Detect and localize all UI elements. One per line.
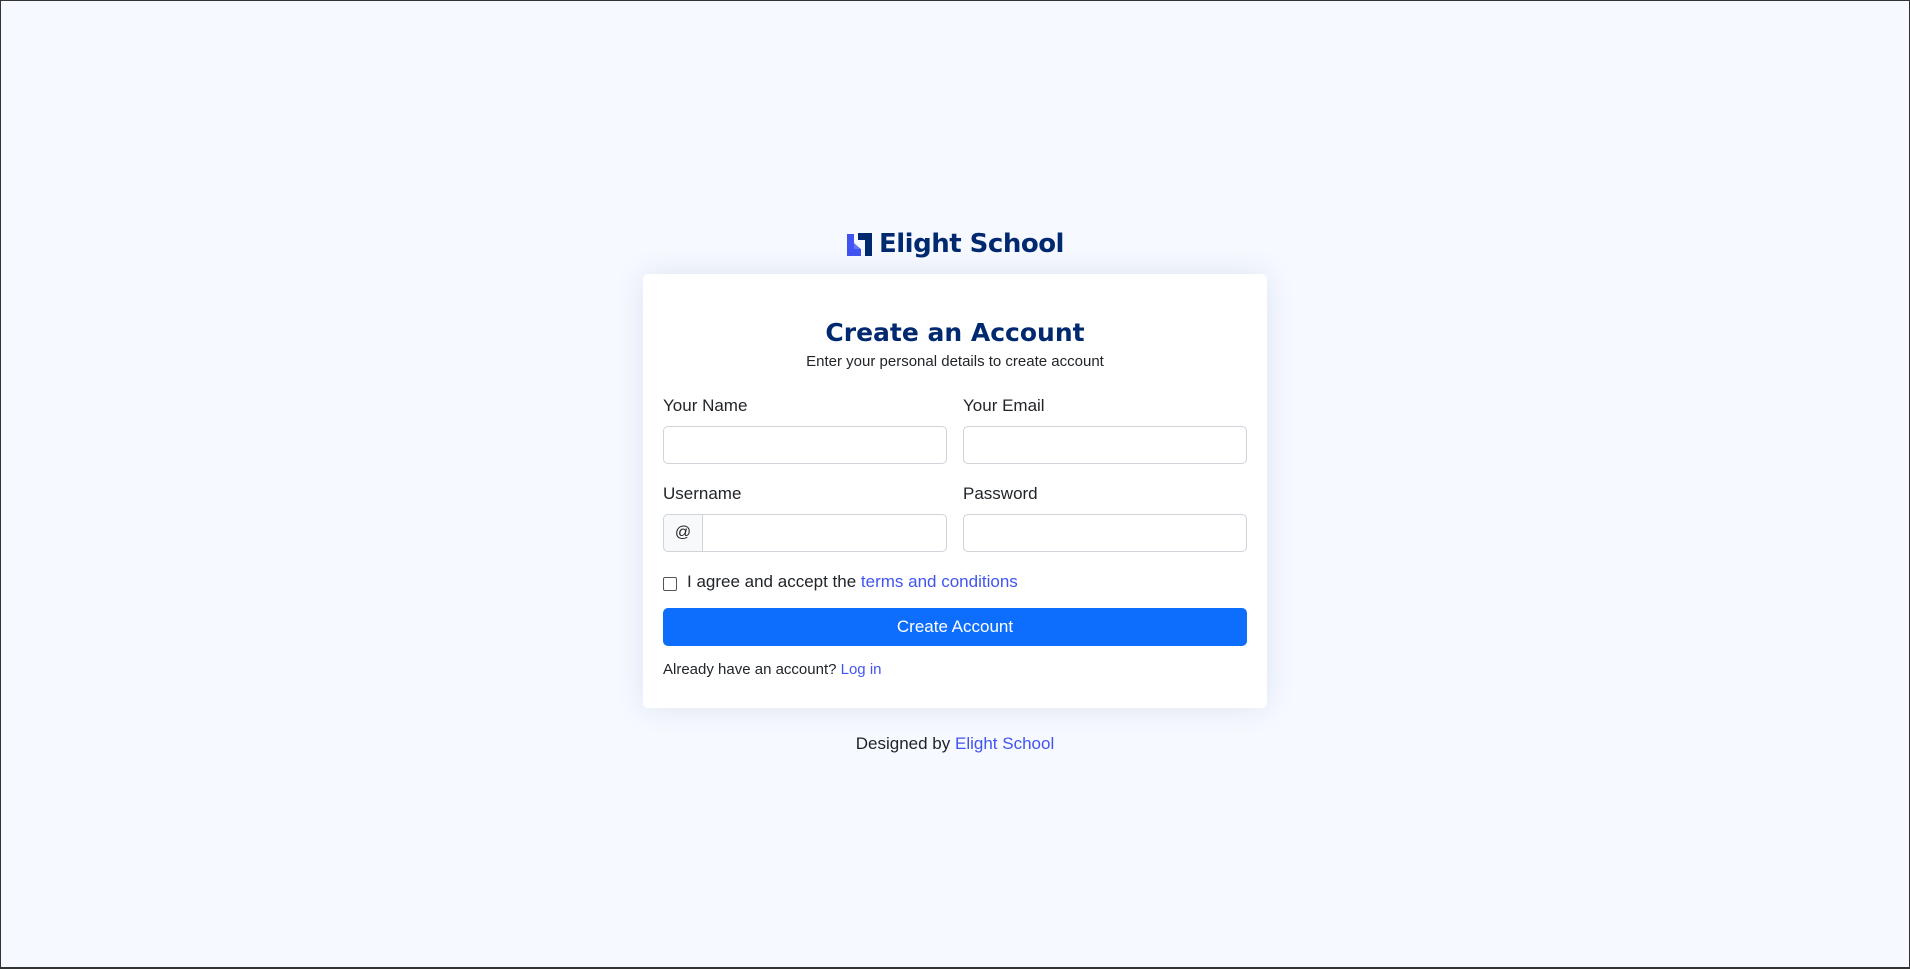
username-group: Username @ — [663, 482, 947, 552]
username-input[interactable] — [702, 514, 947, 552]
username-label: Username — [663, 484, 742, 503]
brand-logo-icon — [846, 231, 873, 258]
page-title: Create an Account — [825, 318, 1085, 347]
designer-link[interactable]: Elight School — [955, 734, 1054, 753]
name-email-row: Your Name Your Email — [663, 394, 1247, 464]
name-label: Your Name — [663, 396, 748, 415]
credits-text: Designed by — [855, 734, 951, 753]
terms-text: I agree and accept the — [687, 572, 857, 591]
credits: Designed by Elight School — [856, 732, 1054, 756]
brand-name: Elight School — [879, 229, 1064, 259]
page-subtitle: Enter your personal details to create ac… — [806, 353, 1104, 370]
terms-checkbox[interactable] — [663, 577, 677, 591]
password-label: Password — [963, 484, 1038, 503]
email-label: Your Email — [963, 396, 1045, 415]
at-sign-prefix: @ — [663, 514, 702, 552]
email-input[interactable] — [963, 426, 1247, 464]
terms-label: I agree and accept the terms and conditi… — [687, 572, 1018, 592]
terms-link[interactable]: terms and conditions — [861, 572, 1018, 591]
page-background: Elight School Create an Account Enter yo… — [1, 1, 1909, 967]
username-password-row: Username @ Password — [663, 482, 1247, 552]
name-group: Your Name — [663, 394, 947, 464]
password-input[interactable] — [963, 514, 1247, 552]
email-group: Your Email — [963, 394, 1247, 464]
login-link[interactable]: Log in — [841, 661, 882, 678]
register-card: Create an Account Enter your personal de… — [643, 274, 1267, 708]
brand-logo-link[interactable]: Elight School — [846, 227, 1064, 261]
name-input[interactable] — [663, 426, 947, 464]
password-group: Password — [963, 482, 1247, 552]
terms-row: I agree and accept the terms and conditi… — [663, 570, 1247, 594]
username-input-group: @ — [663, 514, 947, 552]
login-prompt: Already have an account? — [663, 661, 837, 678]
create-account-button[interactable]: Create Account — [663, 608, 1247, 646]
login-row: Already have an account? Log in — [663, 660, 1247, 680]
